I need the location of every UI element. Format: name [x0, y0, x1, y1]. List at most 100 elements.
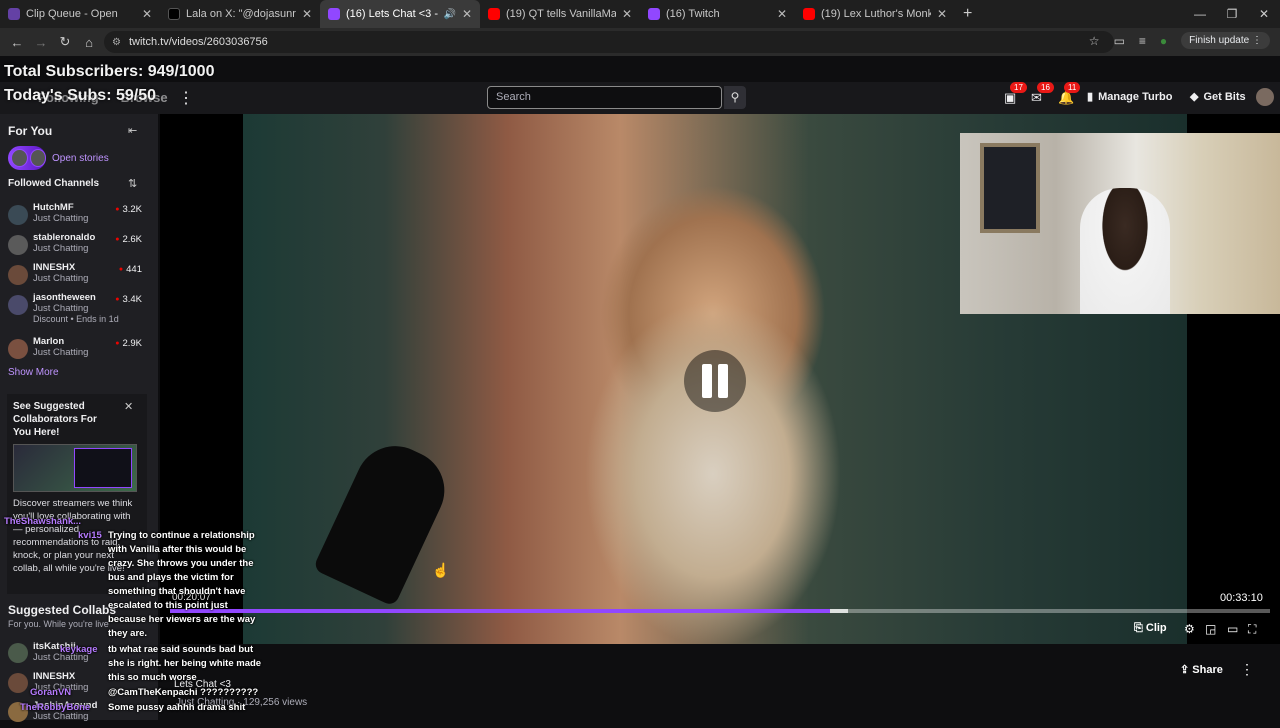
close-tab-icon[interactable]: ✕ — [302, 7, 312, 21]
close-tab-icon[interactable]: ✕ — [777, 7, 787, 21]
wall-frame — [980, 143, 1040, 233]
chat-message-text: @CamTheKenpachi ?????????? — [108, 687, 259, 698]
url-field[interactable]: ⚙ twitch.tv/videos/2603036756 — [104, 31, 1114, 53]
open-stories-button[interactable]: Open stories — [8, 146, 109, 170]
avatar — [8, 235, 28, 255]
home-icon[interactable]: ⌂ — [78, 35, 100, 50]
followed-channel[interactable]: MarlonJust Chatting2.9K — [8, 336, 146, 366]
notifications-icon[interactable]: 🔔 11 — [1058, 82, 1081, 106]
webcam-overlay — [960, 133, 1280, 314]
chat-message: TheShawshank... — [4, 516, 82, 527]
forward-icon[interactable]: → — [30, 35, 52, 50]
show-more-link[interactable]: Show More — [8, 367, 59, 378]
back-icon[interactable]: ← — [6, 35, 28, 50]
bookmark-star-icon[interactable]: ☆ — [1089, 34, 1100, 48]
avatar — [8, 643, 28, 663]
avatar — [8, 265, 28, 285]
followed-channel[interactable]: jasontheween Just Chatting Discount • Ends… — [8, 292, 146, 332]
for-you-heading: For You — [8, 124, 53, 138]
search-icon[interactable]: ⚲ — [724, 86, 746, 109]
get-bits-button[interactable]: ◆ Get Bits — [1190, 90, 1246, 104]
turbo-icon: ▮ — [1087, 91, 1094, 103]
collapse-sidebar-icon[interactable]: ⇤ — [128, 124, 137, 137]
chat-message: keykage — [60, 644, 98, 655]
close-tab-icon[interactable]: ✕ — [622, 7, 632, 21]
suggested-collabs-subtitle: For you. While you're live — [8, 619, 109, 629]
seek-bar-fill — [170, 609, 830, 613]
close-tab-icon[interactable]: ✕ — [937, 7, 947, 21]
address-bar-row: ← → ↻ ⌂ ⚙ twitch.tv/videos/2603036756 ☆ ▭… — [0, 28, 1280, 56]
chat-message-text: tb what rae said sounds bad but she is r… — [108, 644, 262, 683]
user-avatar[interactable] — [1256, 88, 1274, 106]
discount-label: Discount • Ends in 1d — [33, 314, 119, 324]
browser-tab[interactable]: (19) Lex Luthor's Monkey Bots✕ — [795, 0, 955, 28]
close-tab-icon[interactable]: ✕ — [142, 7, 152, 21]
subscriber-overlay: Total Subscribers: 949/1000 Today's Subs… — [4, 60, 214, 108]
browser-tab[interactable]: Clip Queue - Open ✕ — [0, 0, 160, 28]
inbox-icon[interactable]: ✉ 16 — [1031, 82, 1054, 106]
new-tab-icon[interactable]: + — [963, 5, 972, 23]
theatre-mode-icon[interactable]: ▭ — [1227, 622, 1238, 636]
favicon-icon — [328, 8, 340, 20]
browser-tab-bar: Clip Queue - Open ✕ Lala on X: "@dojasunr… — [0, 0, 1280, 28]
settings-icon[interactable]: ⚙ — [1184, 622, 1195, 636]
chat-message-text: Trying to continue a relationship with V… — [108, 530, 256, 639]
avatar — [8, 295, 28, 315]
close-window-icon[interactable]: ✕ — [1248, 7, 1280, 21]
seek-bar-buffer — [830, 609, 848, 613]
reload-icon[interactable]: ↻ — [54, 34, 76, 50]
prime-loot-icon[interactable]: ▣ 17 — [1004, 82, 1027, 106]
pause-icon[interactable] — [684, 350, 746, 412]
chat-message-text: Some pussy aahhh drama shit — [108, 702, 246, 713]
more-options-icon[interactable]: ⋮ — [1240, 661, 1254, 678]
close-icon[interactable]: ✕ — [124, 400, 133, 413]
stream-info-bar — [160, 644, 1280, 720]
clip-button[interactable]: ⎘ Clip — [1134, 622, 1167, 635]
followed-channel[interactable]: stableronaldoJust Chatting2.6K — [8, 232, 146, 262]
collab-card-image — [13, 444, 137, 492]
seek-bar[interactable] — [170, 609, 1270, 613]
cast-icon[interactable]: ◲ — [1205, 622, 1216, 636]
collab-card-title: See Suggested Collaborators For You Here… — [13, 401, 97, 438]
browser-tab[interactable]: (16) Twitch ✕ — [640, 0, 795, 28]
followed-channels-heading: Followed Channels — [8, 178, 100, 189]
browser-tab[interactable]: (19) QT tells VanillaMace + Kati✕ — [480, 0, 640, 28]
share-icon: ⇪ — [1180, 664, 1190, 676]
favicon-icon — [8, 8, 20, 20]
browser-tab[interactable]: Lala on X: "@dojasunreleased u✕ — [160, 0, 320, 28]
bits-icon: ◆ — [1190, 91, 1199, 103]
minimize-icon[interactable]: — — [1184, 7, 1216, 21]
site-info-icon[interactable]: ⚙ — [112, 37, 121, 48]
favicon-icon — [168, 8, 180, 20]
media-controls-icon[interactable]: ≡ — [1139, 34, 1146, 48]
speaker-icon[interactable]: 🔊 — [443, 9, 455, 20]
share-button[interactable]: ⇪ Share — [1180, 663, 1223, 676]
sort-icon[interactable]: ⇅ — [128, 177, 137, 190]
close-tab-icon[interactable]: ✕ — [462, 7, 472, 21]
manage-turbo-button[interactable]: ▮ Manage Turbo — [1087, 90, 1172, 104]
fullscreen-icon[interactable]: ⛶ — [1248, 622, 1256, 637]
favicon-icon — [803, 8, 815, 20]
chat-message: TheRobbyBone — [20, 702, 91, 713]
clip-icon: ⎘ — [1134, 622, 1143, 634]
search-input[interactable]: Search — [487, 86, 722, 109]
maximize-icon[interactable]: ❐ — [1216, 7, 1248, 21]
cast-icon[interactable]: ▭ — [1114, 34, 1125, 48]
suggested-collabs-heading: Suggested Collabs — [8, 603, 117, 617]
followed-channel[interactable]: INNESHXJust Chatting441 — [8, 262, 146, 292]
mouse-cursor-icon: ☝ — [432, 562, 450, 578]
duration: 00:33:10 — [1220, 592, 1263, 604]
avatar — [8, 205, 28, 225]
favicon-icon — [488, 8, 500, 20]
stories-avatars — [8, 146, 46, 170]
finish-update-button[interactable]: Finish update ⋮ — [1181, 32, 1270, 49]
window-controls: — ❐ ✕ — [1184, 0, 1280, 28]
browser-tab-active[interactable]: (16) Lets Chat <3 - Twitch🔊✕ — [320, 0, 480, 28]
profile-icon[interactable]: ● — [1160, 34, 1167, 48]
streamer-figure — [1080, 188, 1170, 314]
avatar — [8, 673, 28, 693]
followed-channel[interactable]: HutchMFJust Chatting3.2K — [8, 202, 146, 232]
total-subscribers: Total Subscribers: 949/1000 — [4, 63, 215, 80]
chat-message: GoranVN — [30, 687, 72, 698]
favicon-icon — [648, 8, 660, 20]
